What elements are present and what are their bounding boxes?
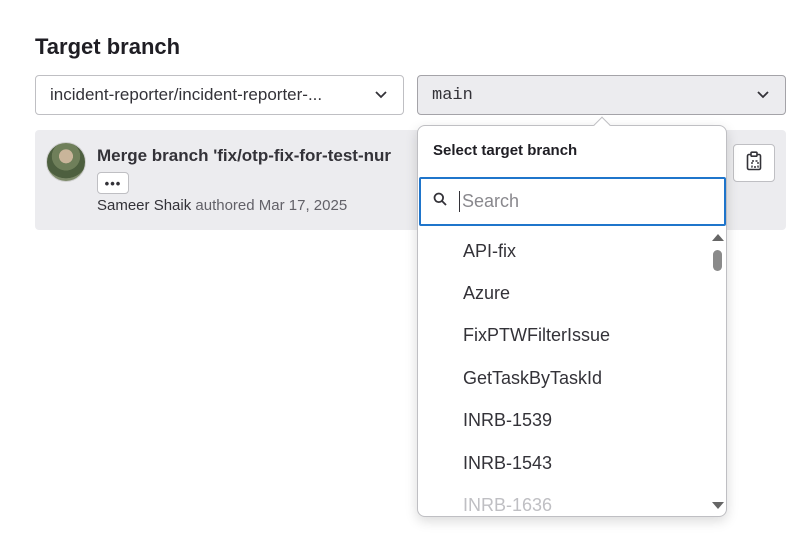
chevron-down-icon — [373, 87, 389, 103]
list-item[interactable]: FixPTWFilterIssue — [418, 315, 708, 357]
target-branch-dropdown: Select target branch API-fix Azure FixPT… — [417, 116, 727, 517]
dropdown-caret — [593, 116, 611, 134]
copy-sha-button[interactable] — [733, 144, 775, 182]
chevron-down-icon — [755, 87, 771, 103]
list-item[interactable]: INRB-1539 — [418, 400, 708, 442]
search-field[interactable] — [419, 177, 726, 226]
commit-title[interactable]: Merge branch 'fix/otp-fix-for-test-nur — [97, 146, 417, 166]
list-item[interactable]: INRB-1543 — [418, 442, 708, 484]
list-item[interactable]: GetTaskByTaskId — [418, 357, 708, 399]
list-item[interactable]: Azure — [418, 272, 708, 314]
expand-commit-button[interactable]: ••• — [97, 172, 129, 194]
source-branch-select[interactable]: incident-reporter/incident-reporter-... — [35, 75, 404, 115]
target-branch-label: main — [432, 85, 473, 105]
list-item[interactable]: INRB-1636 — [418, 484, 708, 514]
list-item[interactable]: API-fix — [418, 230, 708, 272]
target-branch-select[interactable]: main — [417, 75, 786, 115]
commit-meta: Sameer Shaik authored Mar 17, 2025 — [97, 197, 347, 214]
commit-date: authored Mar 17, 2025 — [195, 197, 348, 214]
scroll-up-arrow[interactable] — [712, 234, 724, 241]
branch-list: API-fix Azure FixPTWFilterIssue GetTaskB… — [418, 230, 708, 514]
source-branch-label: incident-reporter/incident-reporter-... — [50, 85, 323, 104]
copy-to-clipboard-icon — [746, 150, 762, 176]
scroll-down-arrow[interactable] — [712, 502, 724, 509]
commit-author[interactable]: Sameer Shaik — [97, 197, 191, 214]
dropdown-header: Select target branch — [433, 142, 578, 159]
scrollbar-thumb[interactable] — [713, 250, 722, 271]
search-icon — [433, 192, 447, 211]
scrollbar[interactable] — [709, 230, 725, 514]
search-input[interactable] — [459, 191, 699, 212]
target-branch-title: Target branch — [35, 34, 181, 59]
avatar[interactable] — [46, 142, 86, 182]
